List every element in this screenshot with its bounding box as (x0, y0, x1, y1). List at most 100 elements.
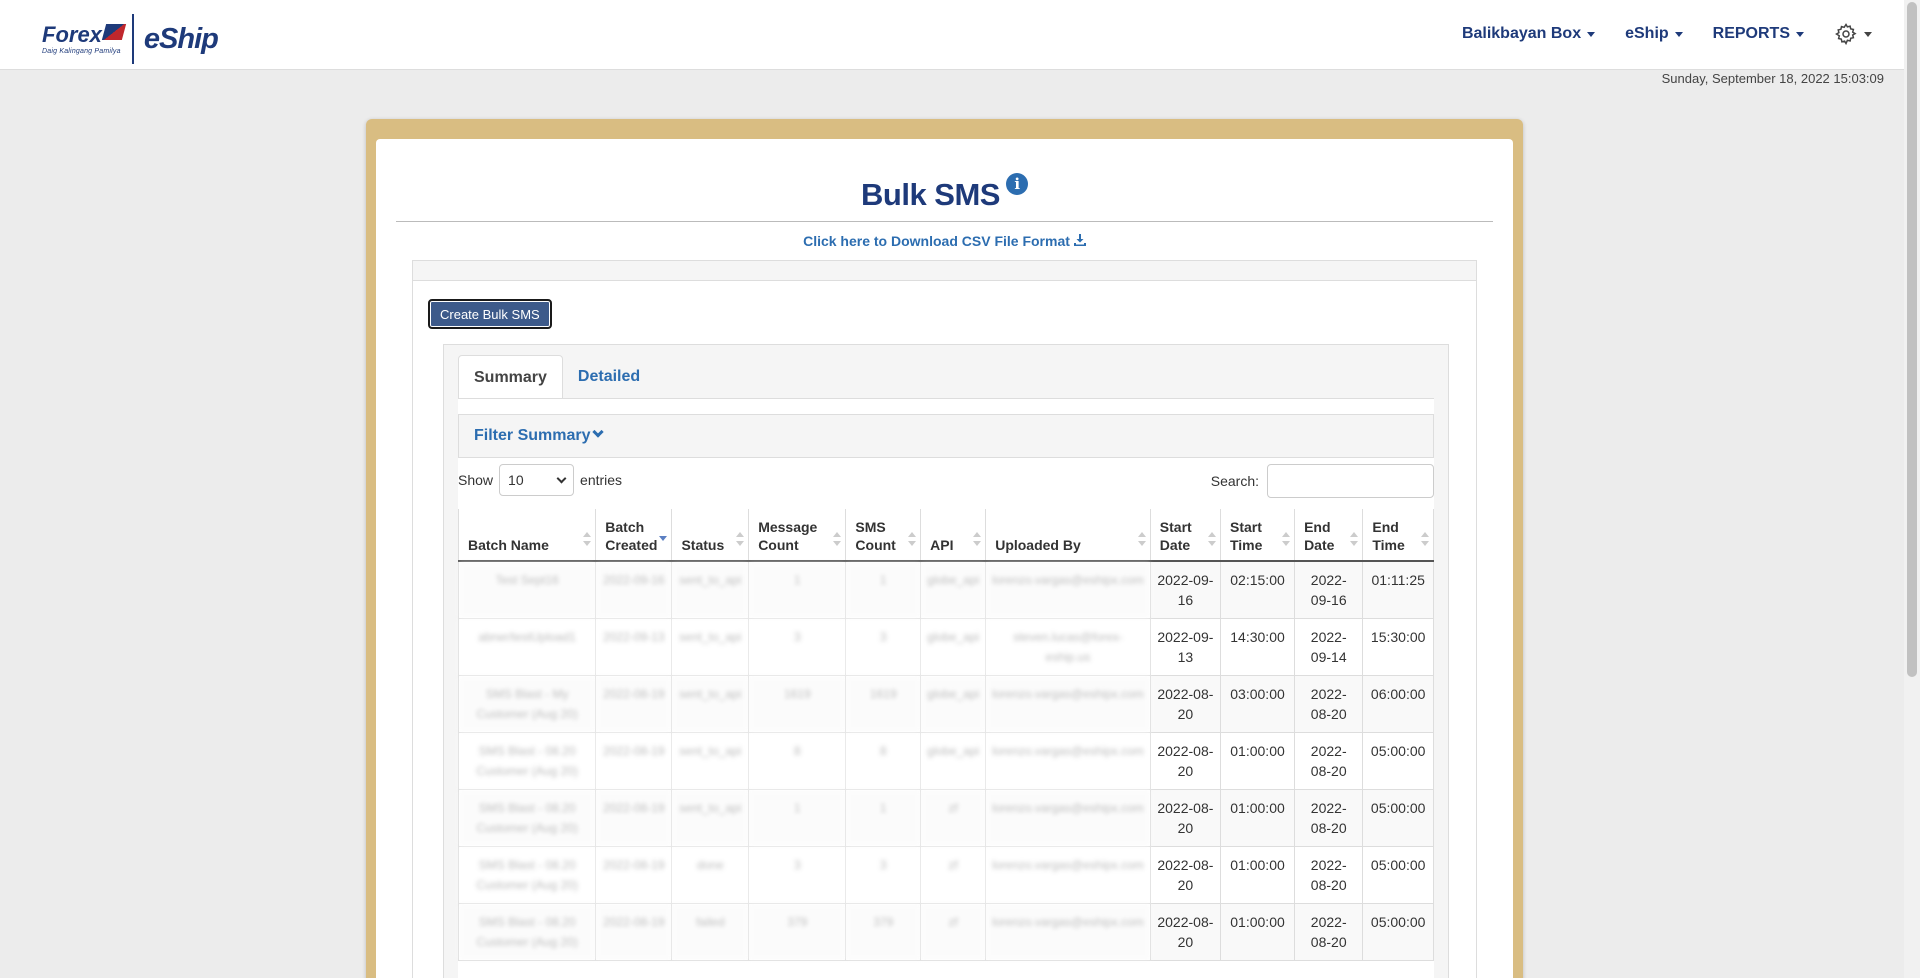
cell-end-time: 05:00:00 (1362, 789, 1434, 847)
nav-balikbayan-box[interactable]: Balikbayan Box (1462, 25, 1596, 43)
nav-menu: Balikbayan Box eShip REPORTS (1462, 22, 1872, 46)
sort-icon (833, 532, 842, 546)
cell-uploaded-by: lorenzo.vargas@eshipx.com (985, 789, 1151, 847)
column-header[interactable]: Batch Created (595, 509, 673, 562)
cell-status: done (671, 846, 750, 904)
cell-status: failed (671, 903, 750, 961)
cell-status: sent_to_api (671, 789, 750, 847)
tab-detailed[interactable]: Detailed (563, 355, 655, 399)
nav-settings[interactable] (1834, 22, 1872, 46)
cell-batch-name: SMS Blast - 08.20 Customer (Aug 20) (457, 732, 597, 790)
tab-summary[interactable]: Summary (458, 355, 563, 399)
current-datetime: Sunday, September 18, 2022 15:03:09 (1661, 71, 1884, 86)
table-row[interactable]: SMS Blast - 08.20 Customer (Aug 20) 2022-… (457, 903, 1434, 961)
column-header[interactable]: Uploaded By (985, 509, 1151, 562)
cell-start-date: 2022-08-20 (1150, 675, 1221, 733)
column-header-label: Start Date (1159, 519, 1192, 553)
scrollbar-thumb[interactable] (1907, 2, 1917, 677)
cell-batch-name: abrwr/testUpload1 (457, 618, 597, 676)
forex-tagline: Daig Kalingang Pamilya (42, 47, 121, 55)
cell-batch-name: SMS Blast - My Customer (Aug 20) (457, 675, 597, 733)
entries-select[interactable]: 10 (499, 464, 575, 496)
cell-end-time: 05:00:00 (1362, 732, 1434, 790)
forex-flag-icon (101, 23, 127, 40)
cell-batch-created: 2022-08-19 (595, 675, 673, 733)
gear-icon (1835, 23, 1857, 46)
cell-batch-created: 2022-08-19 (595, 846, 673, 904)
column-header-label: Status (681, 537, 725, 553)
create-bulk-sms-button[interactable]: Create Bulk SMS (428, 299, 552, 329)
info-icon[interactable]: i (1005, 173, 1028, 195)
column-header[interactable]: SMS Count (845, 509, 922, 562)
table-row[interactable]: SMS Blast - 08.20 Customer (Aug 20) 2022-… (457, 846, 1434, 904)
cell-sms-count: 1 (845, 789, 922, 847)
tab-list: Summary Detailed (458, 355, 655, 399)
search-input[interactable] (1267, 464, 1434, 498)
table-row[interactable]: SMS Blast - 08.20 Customer (Aug 20) 2022-… (457, 789, 1434, 847)
forex-eship-logo[interactable]: Forex Daig Kalingang Pamilya eShip (42, 14, 219, 64)
cell-end-date: 2022-08-20 (1294, 675, 1364, 733)
tab-panel: Summary Detailed Filter Summary Show 10 (443, 344, 1449, 978)
table-row[interactable]: SMS Blast - My Customer (Aug 20) 2022-08-… (457, 675, 1434, 733)
cell-start-date: 2022-09-13 (1150, 618, 1221, 676)
sort-icon (736, 532, 745, 546)
nav-eship[interactable]: eShip (1625, 25, 1683, 43)
nav-eship-label: eShip (1625, 25, 1669, 42)
cell-status: sent_to_api (671, 561, 750, 619)
cell-batch-created: 2022-09-13 (595, 618, 673, 676)
cell-start-date: 2022-09-16 (1150, 561, 1221, 619)
sort-icon (1137, 532, 1146, 546)
nav-reports[interactable]: REPORTS (1713, 25, 1804, 43)
table-row[interactable]: Test Sept16 2022-09-16 sent_to_api 1 1 globe_… (457, 561, 1434, 619)
main-card-frame: Bulk SMS i Click here to Download CSV Fil… (366, 119, 1523, 978)
filter-summary-bar[interactable]: Filter Summary (458, 414, 1434, 458)
column-header[interactable]: Status (671, 509, 750, 562)
sort-icon (1350, 532, 1359, 546)
forex-logo: Forex Daig Kalingang Pamilya (42, 21, 127, 55)
nav-reports-label: REPORTS (1712, 25, 1790, 42)
cell-batch-name: SMS Blast - 08.20 Customer (Aug 20) (457, 903, 597, 961)
table-row[interactable]: SMS Blast - 08.20 Customer (Aug 20) 2022-… (457, 732, 1434, 790)
caret-down-icon (1587, 31, 1596, 37)
column-header[interactable]: Message Count (748, 509, 847, 562)
column-header-label: API (930, 537, 954, 553)
cell-sms-count: 3 (845, 846, 922, 904)
cell-start-date: 2022-08-20 (1150, 846, 1221, 904)
download-icon (1073, 234, 1086, 246)
table-row[interactable]: abrwr/testUpload1 2022-09-13 sent_to_api 3 3… (457, 618, 1434, 676)
filter-summary-label: Filter Summary (474, 427, 591, 444)
cell-status: sent_to_api (671, 618, 750, 676)
sort-icon (583, 532, 592, 546)
cell-start-time: 03:00:00 (1220, 675, 1296, 733)
cell-api: globe_api (920, 618, 987, 676)
cell-uploaded-by: lorenzo.vargas@eshipx.com (985, 675, 1151, 733)
cell-status: sent_to_api (671, 675, 750, 733)
entries-length-control: Show 10 entries (458, 464, 622, 496)
download-csv-link[interactable]: Click here to Download CSV File Format (376, 233, 1513, 249)
page-scrollbar[interactable] (1904, 0, 1920, 978)
column-header[interactable]: Start Date (1150, 509, 1221, 562)
cell-end-date: 2022-08-20 (1294, 846, 1364, 904)
column-header[interactable]: Batch Name (457, 509, 597, 562)
column-header[interactable]: Start Time (1220, 509, 1296, 562)
sort-icon (1421, 532, 1429, 546)
cell-uploaded-by: lorenzo.vargas@eshipx.com (985, 846, 1151, 904)
search-label: Search: (1210, 473, 1259, 489)
caret-down-icon (1674, 31, 1683, 37)
cell-sms-count: 1 (845, 561, 922, 619)
cell-sms-count: 3 (845, 618, 922, 676)
column-header[interactable]: End Date (1294, 509, 1364, 562)
entries-select-value: 10 (508, 472, 524, 488)
column-header[interactable]: API (920, 509, 987, 562)
cell-batch-name: SMS Blast - 08.20 Customer (Aug 20) (457, 789, 597, 847)
filter-summary-toggle[interactable]: Filter Summary (474, 426, 605, 445)
panel-heading (413, 261, 1476, 281)
title-divider (396, 221, 1493, 222)
cell-end-time: 05:00:00 (1362, 903, 1434, 961)
column-header[interactable]: End Time (1362, 509, 1434, 562)
chevron-down-icon (556, 473, 567, 483)
forex-logo-text: Forex (42, 21, 102, 47)
cell-message-count: 1 (748, 561, 847, 619)
page-title: Bulk SMS i (376, 173, 1513, 213)
cell-uploaded-by: lorenzo.vargas@eshipx.com (985, 561, 1151, 619)
